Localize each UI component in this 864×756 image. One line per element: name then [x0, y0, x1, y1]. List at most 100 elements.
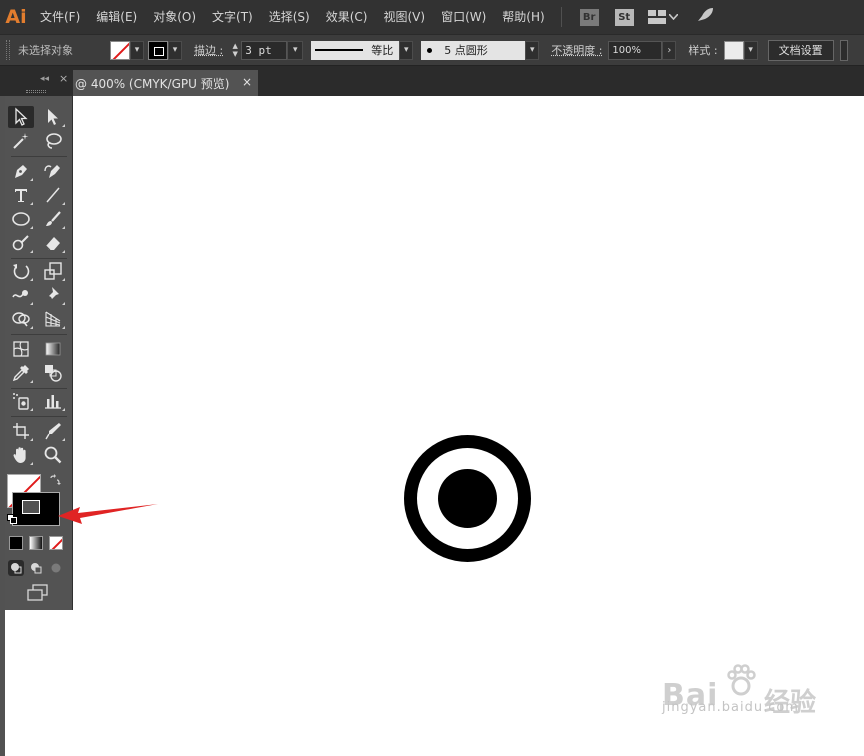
stroke-weight-input[interactable]: 3 pt	[241, 40, 288, 60]
chevron-down-icon: ▾	[292, 45, 298, 55]
stroke-dropdown[interactable]: ▾	[168, 40, 182, 60]
profile-dropdown[interactable]: ▾	[399, 40, 414, 60]
shaper-tool[interactable]	[8, 232, 34, 254]
swap-fill-stroke-icon[interactable]	[49, 474, 61, 489]
opacity-input[interactable]: 100%	[608, 40, 663, 60]
gradient-mode-button[interactable]	[29, 536, 43, 550]
none-slash-icon	[111, 41, 129, 59]
menu-object[interactable]: 对象(O)	[145, 0, 204, 34]
screen-mode-button[interactable]	[25, 584, 51, 602]
slice-tool[interactable]	[40, 420, 66, 442]
rocket-icon[interactable]	[696, 7, 714, 27]
brush-dot-icon	[427, 47, 433, 53]
screen-mode-icon	[27, 584, 48, 601]
zoom-tool[interactable]	[40, 444, 66, 466]
tool-separator	[11, 388, 67, 389]
menu-type[interactable]: 文字(T)	[204, 0, 261, 34]
tool-separator	[11, 334, 67, 335]
close-icon[interactable]: ×	[59, 72, 68, 85]
stroke-weight-spinner[interactable]: ▲ ▼	[229, 41, 241, 60]
variable-width-profile[interactable]: 等比	[311, 40, 400, 60]
toolbox-grip[interactable]	[26, 90, 46, 93]
perspective-grid-tool[interactable]	[40, 308, 66, 330]
menu-edit[interactable]: 编辑(E)	[88, 0, 145, 34]
symbol-sprayer-tool[interactable]	[8, 390, 34, 412]
control-bar: 未选择对象 ▾ ▾ 描边 : ▲ ▼ 3 pt ▾ 等比 ▾ 5 点圆形 ▾ 不透…	[0, 34, 864, 66]
collapse-icon[interactable]: ◂◂	[40, 74, 49, 84]
mesh-tool[interactable]	[8, 338, 34, 360]
ellipse-tool[interactable]	[8, 208, 34, 230]
line-segment-tool[interactable]	[40, 184, 66, 206]
menu-select[interactable]: 选择(S)	[261, 0, 318, 34]
stroke-color-swatch[interactable]	[148, 40, 168, 60]
watermark-url: jingyan.baidu.com	[662, 700, 799, 715]
chevron-down-icon: ▾	[403, 45, 409, 55]
none-mode-button[interactable]	[49, 536, 63, 550]
scale-tool[interactable]	[40, 260, 66, 282]
more-tools-indicator	[30, 278, 33, 281]
bridge-button[interactable]: Br	[579, 8, 599, 26]
column-graph-tool[interactable]	[40, 390, 66, 412]
control-bar-grip[interactable]	[6, 40, 10, 60]
document-setup-button[interactable]: 文档设置	[767, 39, 834, 61]
draw-behind-button[interactable]	[28, 560, 44, 576]
center-dot	[438, 469, 497, 528]
brush-definition[interactable]: 5 点圆形	[421, 40, 526, 60]
menu-help[interactable]: 帮助(H)	[494, 0, 552, 34]
stroke-weight-dropdown[interactable]: ▾	[287, 40, 304, 60]
paintbrush-tool[interactable]	[40, 208, 66, 230]
direct-selection-tool[interactable]	[40, 106, 66, 128]
type-tool[interactable]	[8, 184, 34, 206]
graphic-style-swatch[interactable]	[723, 40, 744, 60]
pen-nib-icon	[15, 165, 27, 178]
fill-dropdown[interactable]: ▾	[130, 40, 144, 60]
selection-tool[interactable]	[8, 106, 34, 128]
shape-builder-tool[interactable]	[8, 308, 34, 330]
more-tools-indicator	[62, 250, 65, 253]
artboard-tool[interactable]	[8, 420, 34, 442]
stroke-label[interactable]: 描边 :	[194, 42, 223, 58]
rotate-tool[interactable]	[8, 260, 34, 282]
fill-color-swatch[interactable]	[110, 40, 130, 60]
chevron-down-icon: ▾	[529, 45, 535, 55]
more-tools-indicator	[30, 408, 33, 411]
magic-wand-tool[interactable]	[8, 130, 34, 152]
default-fill-stroke-icon[interactable]	[7, 514, 17, 524]
eraser-tool[interactable]	[40, 232, 66, 254]
draw-normal-button[interactable]	[8, 560, 24, 576]
stroke-swatch[interactable]	[12, 492, 60, 526]
blend-tool[interactable]	[40, 362, 66, 384]
stock-button[interactable]: St	[614, 8, 634, 26]
opacity-label[interactable]: 不透明度 :	[551, 42, 602, 58]
stroke-swatch-inner	[22, 500, 40, 514]
artboard-canvas[interactable]	[0, 96, 864, 756]
style-dropdown[interactable]: ▾	[743, 40, 758, 60]
opacity-arrow[interactable]: ›	[662, 40, 677, 60]
spin-down-icon: ▼	[232, 50, 238, 58]
menu-separator	[560, 7, 562, 27]
lasso-tool[interactable]	[40, 130, 66, 152]
eyedropper-tool[interactable]	[8, 362, 34, 384]
pen-tool[interactable]	[8, 160, 34, 182]
brush-dropdown[interactable]: ▾	[525, 40, 540, 60]
draw-inside-button[interactable]	[48, 560, 64, 576]
curvature-tool[interactable]	[40, 160, 66, 182]
warp-tool[interactable]	[8, 284, 34, 306]
type-t-icon	[15, 189, 27, 202]
gradient-tool[interactable]	[40, 338, 66, 360]
target-circle-artwork[interactable]	[404, 435, 531, 562]
document-tab[interactable]: @ 400% (CMYK/GPU 预览) ×	[73, 70, 258, 96]
workspace-switcher[interactable]	[647, 10, 678, 24]
menu-window[interactable]: 窗口(W)	[433, 0, 494, 34]
more-tools-indicator	[62, 438, 65, 441]
menu-file[interactable]: 文件(F)	[32, 0, 88, 34]
hand-tool[interactable]	[8, 444, 34, 466]
menu-view[interactable]: 视图(V)	[375, 0, 433, 34]
color-mode-button[interactable]	[9, 536, 23, 550]
puppet-warp-tool[interactable]	[40, 284, 66, 306]
gradient-icon	[45, 342, 61, 356]
close-icon[interactable]: ×	[242, 75, 252, 89]
toolbox-header: ◂◂ ×	[0, 66, 73, 96]
menu-effect[interactable]: 效果(C)	[318, 0, 376, 34]
preferences-button[interactable]	[839, 39, 848, 61]
